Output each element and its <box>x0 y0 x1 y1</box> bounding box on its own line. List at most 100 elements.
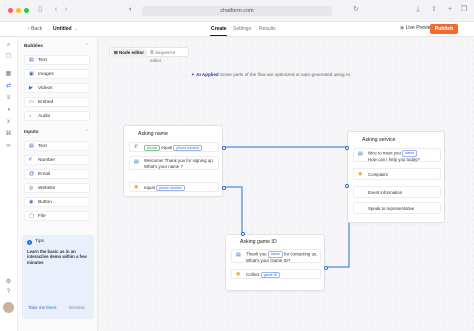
new-tab-icon[interactable]: + <box>446 6 454 14</box>
collect-icon: ◉ <box>236 271 241 277</box>
option-label: Complaint <box>368 172 388 177</box>
bubble-item-text[interactable]: ▤ Text <box>24 55 90 65</box>
input-port[interactable] <box>241 232 245 236</box>
message-line-1: Welcome! Thank you for signing up. <box>144 158 214 163</box>
node-asking-service[interactable]: Asking service ▤ Nice to meet you name H… <box>345 131 445 223</box>
close-window-icon[interactable] <box>8 8 13 13</box>
chat-bubble-icon: ▤ <box>236 252 241 258</box>
output-port[interactable] <box>222 186 226 190</box>
collect-label: Collect <box>246 272 260 277</box>
bubble-item-videos[interactable]: ▶ Videos <box>24 83 90 93</box>
tips-title: Tips <box>35 239 44 244</box>
embed-icon: ▭ <box>29 99 34 105</box>
option-event-information[interactable]: Event information <box>353 186 441 198</box>
input-item-text[interactable]: ▤ Text <box>24 141 90 151</box>
search-icon[interactable]: ⌕ <box>5 42 12 49</box>
download-icon[interactable]: ⤓ <box>414 6 422 14</box>
chat-bubble-icon: ▤ <box>358 151 363 157</box>
privacy-icon[interactable]: ◐ <box>127 6 135 14</box>
node-asking-game-id[interactable]: Asking game ID ▤ Thank you name for cont… <box>225 232 328 291</box>
input-item-file[interactable]: ▢ File <box>24 211 90 221</box>
message-block[interactable]: ▤ Thank you name for contacting us. What… <box>231 249 321 263</box>
message-text: Thank you <box>246 251 267 257</box>
minimize-window-icon[interactable] <box>16 8 21 13</box>
link-icon[interactable]: ∞ <box>5 143 12 150</box>
input-item-number[interactable]: # Number <box>24 155 90 165</box>
option-label: Speak to representative <box>368 206 415 211</box>
wire-name-to-gameid <box>223 186 243 237</box>
chevron-down-icon[interactable]: ⌄ <box>74 26 78 32</box>
condition-row[interactable]: ◉ equal phone number <box>129 182 219 192</box>
grid-icon[interactable]: ▦ <box>5 71 12 78</box>
option-speak-to-representative[interactable]: Speak to representative <box>353 202 441 214</box>
bubble-item-audio[interactable]: ♪ Audio <box>24 111 90 121</box>
reload-icon[interactable]: ↻ <box>352 6 360 14</box>
variables-icon[interactable]: x <box>5 119 12 126</box>
sidebar-toggle-icon[interactable]: ▯ <box>36 6 44 14</box>
theme-icon[interactable]: ◑ <box>5 107 12 114</box>
project-name[interactable]: Untitled <box>53 26 72 32</box>
collect-row[interactable]: ◉ Collect game ID <box>231 269 321 279</box>
back-label: Back <box>31 26 43 32</box>
eye-icon: ◉ <box>399 25 405 31</box>
chat-icon[interactable]: ◻ <box>5 53 12 60</box>
inputs-section-title: Inputs <box>24 130 39 135</box>
input-item-button[interactable]: ◉ Button <box>24 197 90 207</box>
avatar[interactable] <box>3 302 14 313</box>
chevron-up-icon[interactable]: ⌃ <box>85 43 89 49</box>
tab-settings[interactable]: Settings <box>233 26 251 32</box>
share-icon[interactable]: ⇧ <box>430 6 438 14</box>
number-icon: # <box>29 157 32 163</box>
tab-results[interactable]: Results <box>259 26 276 32</box>
flow-icon[interactable]: ⇄ <box>5 83 12 90</box>
input-item-email[interactable]: @ Email <box>24 169 90 179</box>
layers-icon[interactable]: ≡ <box>5 95 12 102</box>
input-item-label: Button <box>38 200 52 205</box>
bubble-item-images[interactable]: ▣ Images <box>24 69 90 79</box>
tab-overview-icon[interactable]: ❐ <box>460 6 468 14</box>
output-port[interactable] <box>222 146 226 150</box>
forward-arrow-icon[interactable]: › <box>62 6 70 14</box>
bubble-item-label: Images <box>38 72 54 77</box>
message-line-2: What's your Game ID? <box>246 257 291 263</box>
phone-tag: phone <box>144 144 160 152</box>
flow-canvas[interactable]: ⊞ Node editor ≣ Sequence editor ✦ AI App… <box>99 37 474 331</box>
message-line-2: What's your name ? <box>144 163 183 169</box>
chevron-up-icon[interactable]: ⌃ <box>85 129 89 135</box>
settings-icon[interactable]: ⚙ <box>5 279 12 286</box>
url-bar[interactable]: chatform.com <box>142 6 332 16</box>
input-port[interactable] <box>345 184 349 188</box>
node-asking-name[interactable]: Asking name ✆ phone equal phone number ▤… <box>123 125 226 197</box>
message-block[interactable]: ▤ Nice to meet you name How can I help y… <box>353 148 441 162</box>
help-icon[interactable]: ? <box>5 289 12 296</box>
maximize-window-icon[interactable] <box>24 8 29 13</box>
back-button[interactable]: ‹ Back <box>28 26 42 32</box>
live-preview-button[interactable]: ◉ Live Preview <box>400 25 434 31</box>
input-item-label: Text <box>38 144 47 149</box>
input-port[interactable] <box>345 146 349 150</box>
input-condition-row[interactable]: ✆ phone equal phone number <box>129 142 219 152</box>
video-icon: ▶ <box>29 85 33 91</box>
option-complaint[interactable]: ◉ Complaint <box>353 168 441 180</box>
tab-create[interactable]: Create <box>211 26 227 32</box>
app-header: ‹ Back Untitled ⌄ Create Settings Result… <box>0 22 474 37</box>
node-title: Asking game ID <box>240 239 277 245</box>
integrations-icon[interactable]: ⌘ <box>5 131 12 138</box>
publish-button[interactable]: Publish <box>429 24 458 34</box>
condition-icon: ◉ <box>134 184 139 190</box>
take-me-there-link[interactable]: Take me there <box>28 305 57 310</box>
tips-text: Learn the basic as in an interactive dem… <box>27 249 87 265</box>
variable-tag: game ID <box>260 271 281 279</box>
output-port[interactable] <box>324 266 328 270</box>
operator-label: equal <box>144 185 155 190</box>
message-text: Nice to meet you <box>368 150 401 156</box>
message-block[interactable]: ▤ Welcome! Thank you for signing up. Wha… <box>129 156 219 170</box>
bubble-item-embed[interactable]: ▭ Embed <box>24 97 90 107</box>
phone-icon: ✆ <box>134 144 139 150</box>
operator-label: equal <box>161 145 172 150</box>
bubble-item-label: Videos <box>38 86 53 91</box>
dismiss-link[interactable]: Dismiss <box>69 305 85 310</box>
input-item-website[interactable]: ◎ Website <box>24 183 90 193</box>
variable-tag: phone number <box>155 184 186 192</box>
back-arrow-icon[interactable]: ‹ <box>52 6 60 14</box>
